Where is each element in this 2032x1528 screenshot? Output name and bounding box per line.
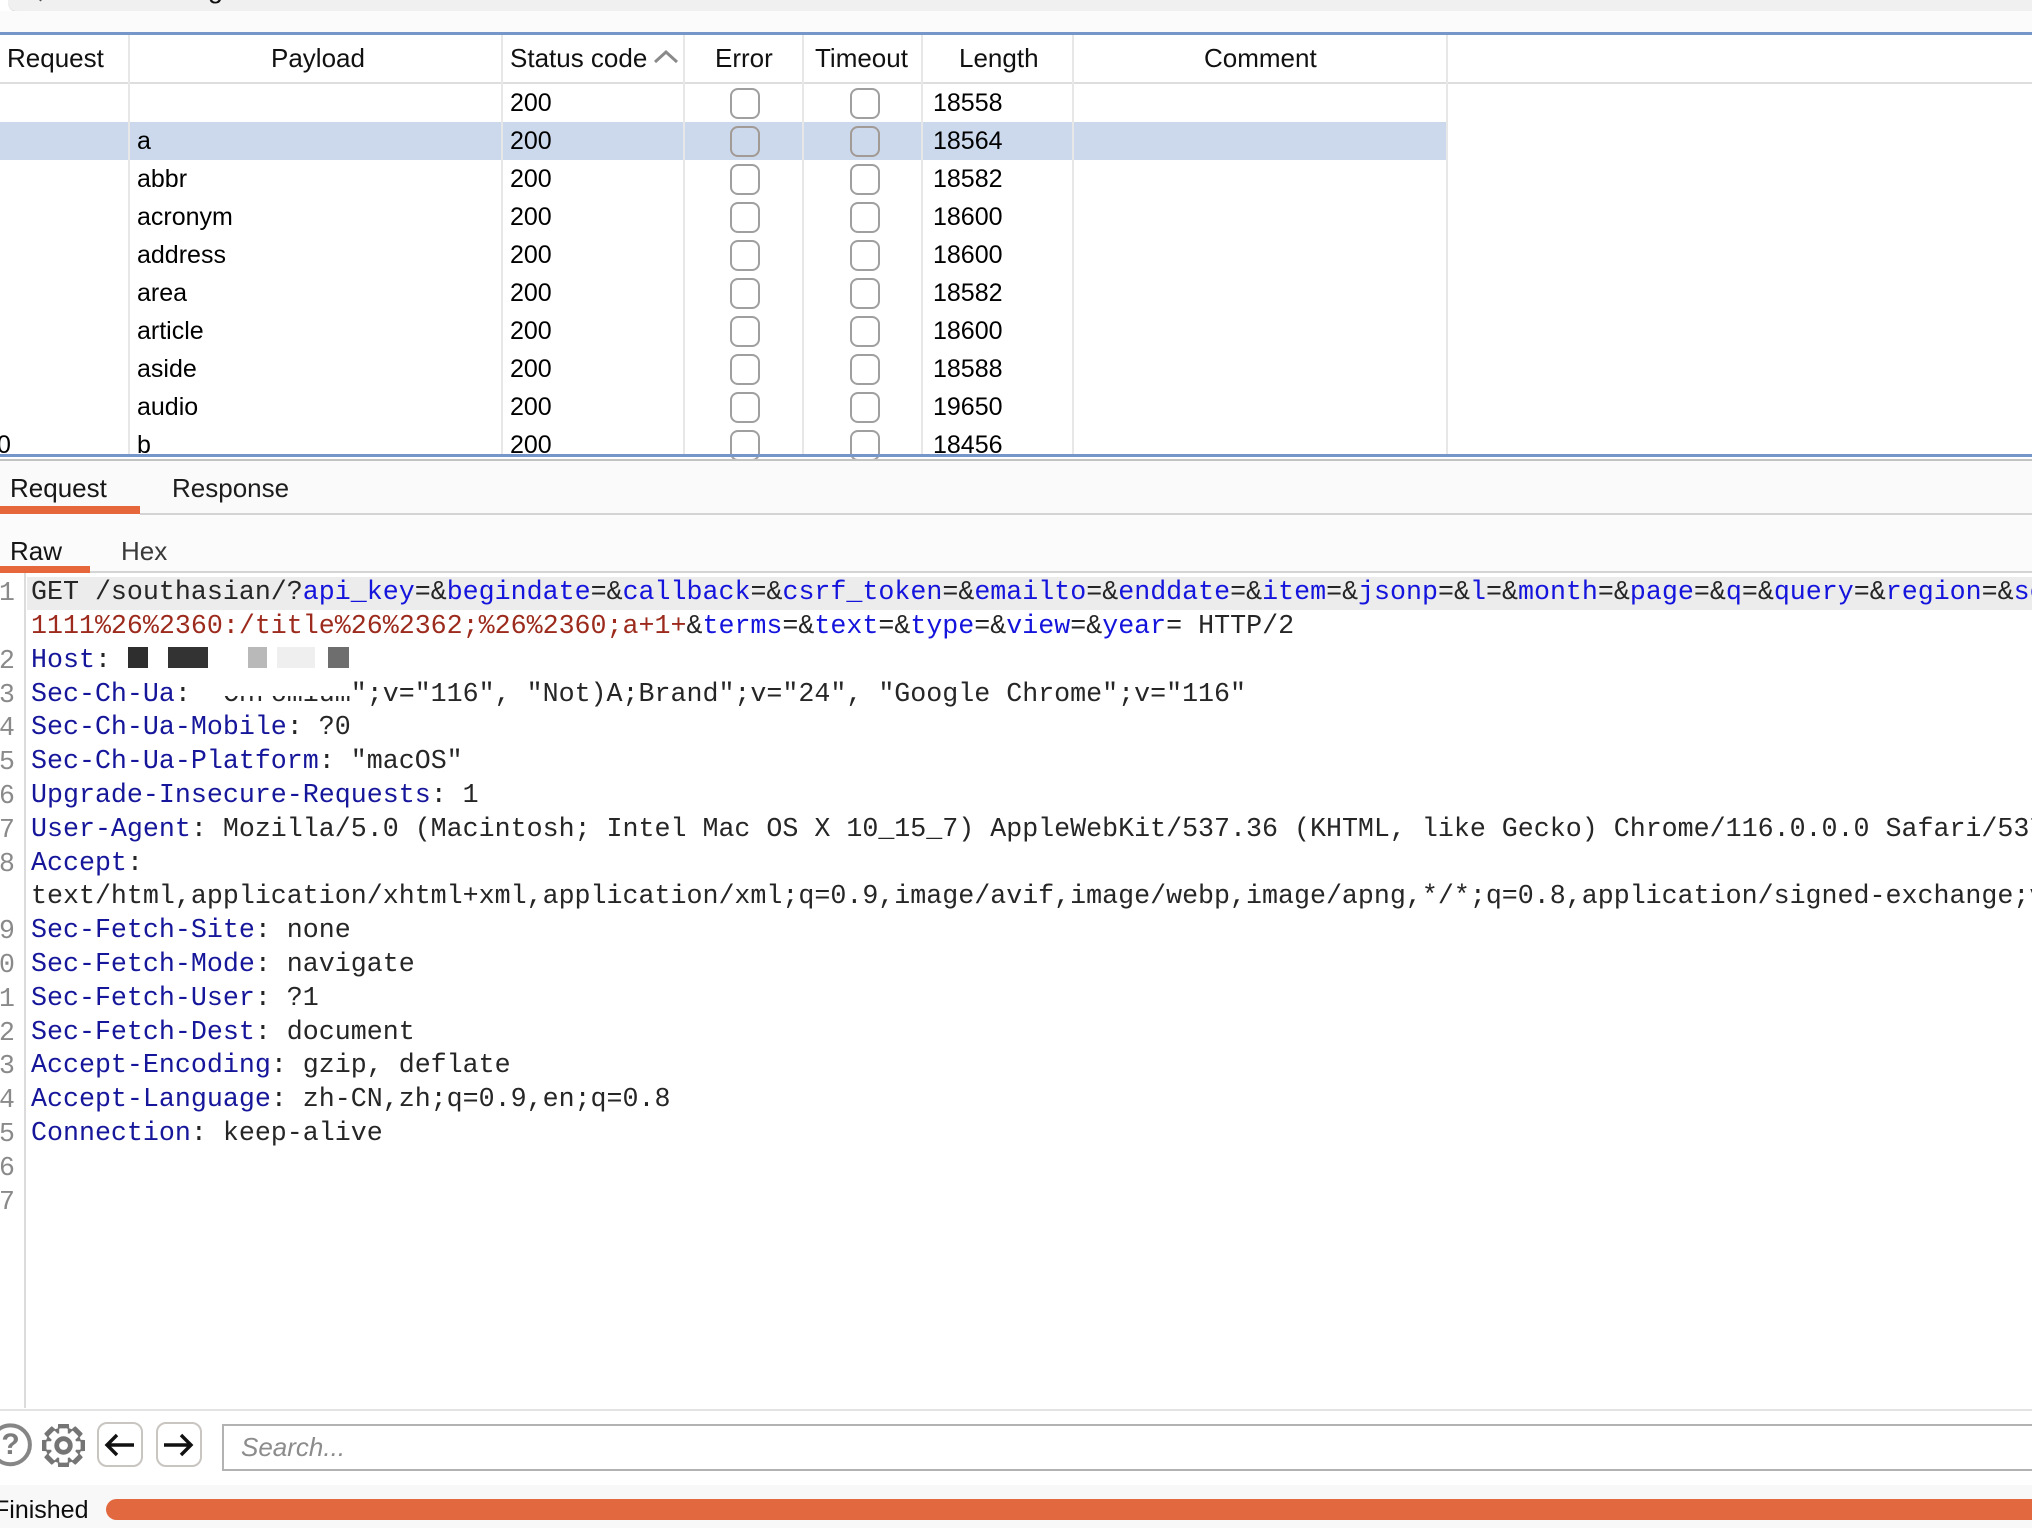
svg-text:?: ? (1, 1428, 19, 1461)
